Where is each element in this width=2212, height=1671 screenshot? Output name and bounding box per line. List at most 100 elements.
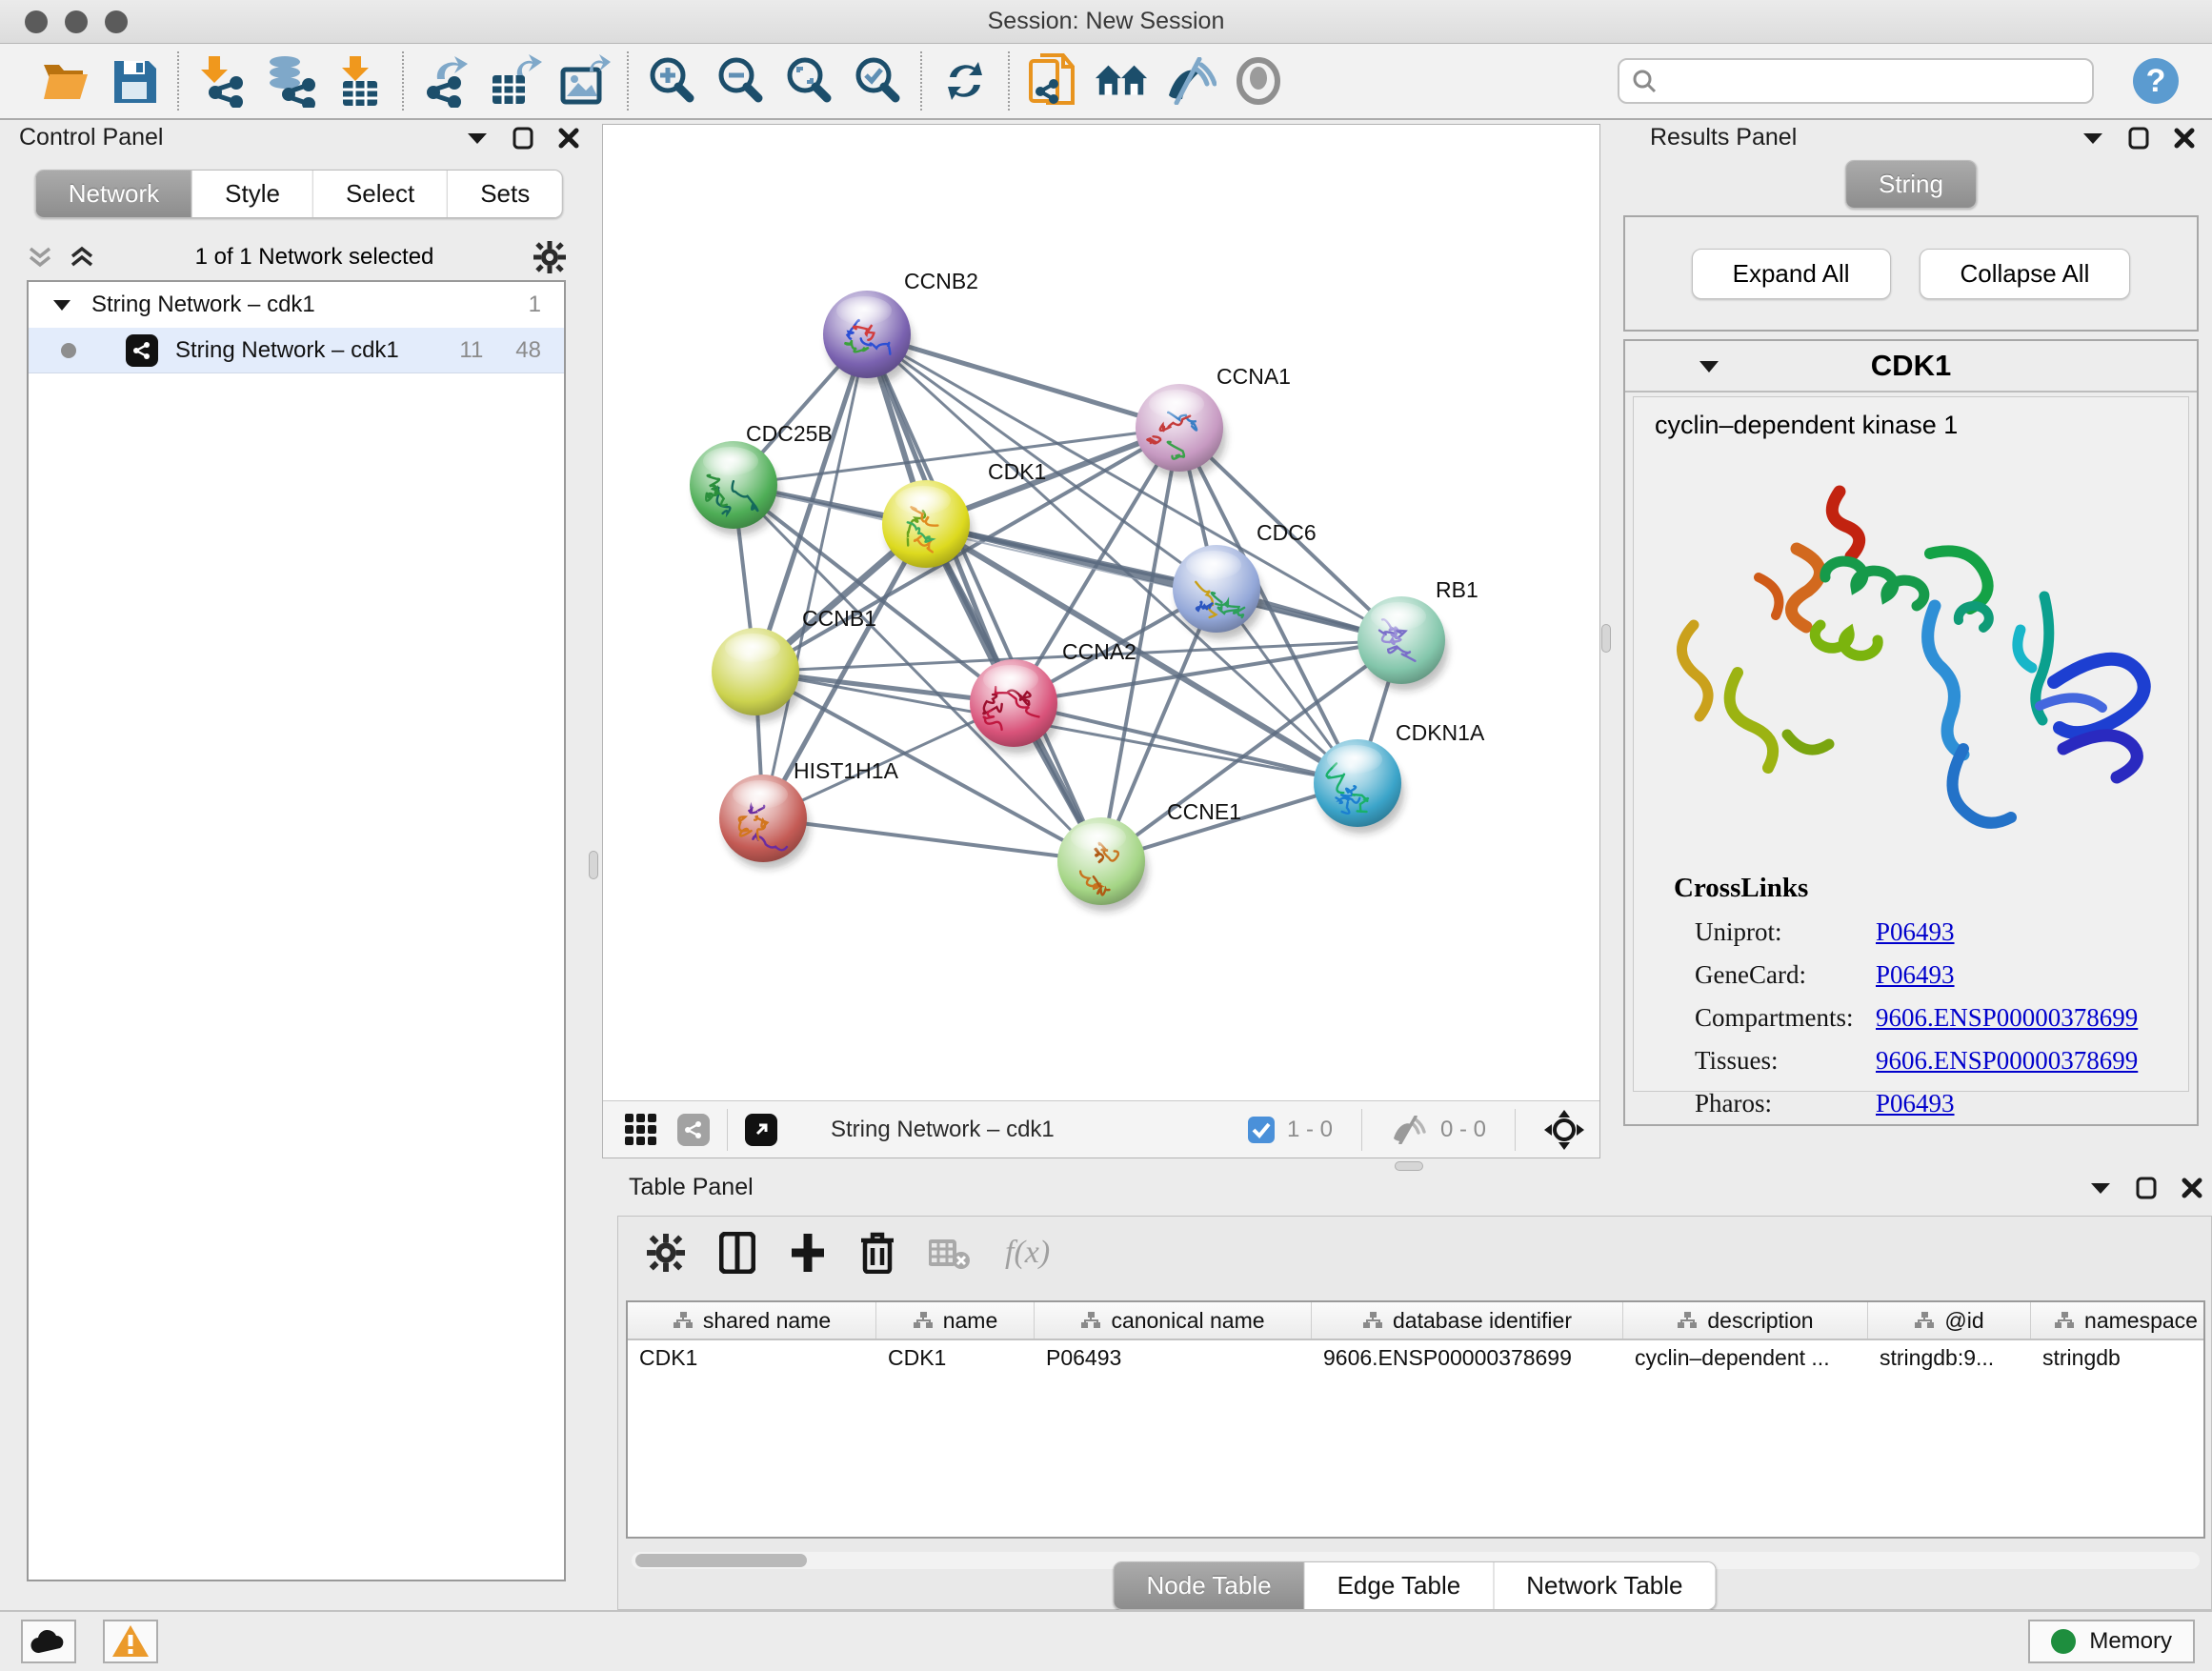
expand-all-icon[interactable] (69, 245, 95, 270)
network-collection-row[interactable]: String Network – cdk1 1 (29, 282, 564, 328)
table-settings-gear-icon[interactable] (647, 1234, 685, 1272)
collection-caret-icon[interactable] (53, 299, 70, 311)
table-cell[interactable]: CDK1 (876, 1340, 1035, 1379)
column-header-database-identifier[interactable]: database identifier (1312, 1302, 1623, 1339)
table-cell[interactable]: stringdb (2031, 1340, 2205, 1379)
search-input[interactable] (1667, 68, 2081, 94)
table-row[interactable]: CDK1CDK1P064939606.ENSP00000378699cyclin… (628, 1340, 2203, 1379)
horizontal-splitter-handle[interactable] (1395, 1161, 1423, 1171)
help-button[interactable]: ? (2128, 50, 2183, 111)
add-column-icon[interactable] (790, 1232, 826, 1274)
export-network-button[interactable] (419, 50, 474, 111)
edge-CDK1-RB1[interactable] (926, 524, 1401, 640)
node-CCNA1[interactable]: CCNA1 (1136, 364, 1291, 478)
gene-symbol: CDK1 (1719, 349, 2103, 383)
table-cell[interactable]: CDK1 (628, 1340, 876, 1379)
function-builder-icon: f(x) (1005, 1235, 1050, 1271)
column-header-name[interactable]: name (876, 1302, 1035, 1339)
memory-button[interactable]: Memory (2028, 1620, 2195, 1663)
selected-checkbox-icon[interactable] (1247, 1116, 1276, 1144)
tab-node-table[interactable]: Node Table (1115, 1562, 1305, 1609)
panel-close-icon[interactable] (558, 128, 579, 149)
crosslink-link[interactable]: P06493 (1876, 917, 1955, 947)
panel-maximize-icon[interactable] (2128, 127, 2149, 150)
edge-HIST1H1A-CCNE1[interactable] (763, 818, 1101, 861)
panel-float-icon[interactable] (2090, 1181, 2111, 1195)
network-row-selected[interactable]: String Network – cdk1 11 48 (29, 328, 564, 373)
crosslink-link[interactable]: 9606.ENSP00000378699 (1876, 1003, 2138, 1033)
tab-edge-table[interactable]: Edge Table (1305, 1562, 1495, 1609)
show-eye-button[interactable] (1231, 50, 1286, 111)
node-CCNB2[interactable]: CCNB2 (823, 269, 978, 385)
collapse-all-button[interactable]: Collapse All (1920, 249, 2131, 299)
open-session-button[interactable] (38, 50, 93, 111)
column-header-@id[interactable]: @id (1868, 1302, 2031, 1339)
cloud-button[interactable] (21, 1620, 76, 1663)
column-header-description[interactable]: description (1623, 1302, 1868, 1339)
panel-float-icon[interactable] (2082, 131, 2103, 145)
table-hscrollbar-thumb[interactable] (635, 1554, 807, 1567)
table-cell[interactable]: cyclin–dependent ... (1623, 1340, 1868, 1379)
tab-string[interactable]: String (1846, 161, 1976, 208)
edge-CCNB2-CCNA1[interactable] (867, 334, 1179, 428)
export-image-button[interactable] (556, 50, 612, 111)
table-cell[interactable]: P06493 (1035, 1340, 1312, 1379)
zoom-selected-button[interactable] (850, 50, 905, 111)
fit-content-button[interactable] (781, 50, 836, 111)
table-cell[interactable]: stringdb:9... (1868, 1340, 2031, 1379)
column-header-canonical-name[interactable]: canonical name (1035, 1302, 1312, 1339)
tab-style[interactable]: Style (192, 171, 313, 217)
tab-network-table[interactable]: Network Table (1494, 1562, 1715, 1609)
panel-maximize-icon[interactable] (2136, 1177, 2157, 1199)
edge-CCNA2-CDKN1A[interactable] (1014, 703, 1357, 783)
hidden-counts: 0 - 0 (1440, 1117, 1486, 1143)
zoom-in-button[interactable] (644, 50, 699, 111)
refresh-button[interactable] (937, 50, 993, 111)
tab-network[interactable]: Network (36, 171, 192, 217)
toolbar-search[interactable] (1618, 58, 2094, 104)
left-splitter-handle[interactable] (589, 851, 598, 879)
import-network-file-button[interactable] (194, 50, 250, 111)
network-options-gear-icon[interactable] (533, 241, 566, 273)
show-columns-icon[interactable] (719, 1232, 755, 1274)
warnings-button[interactable] (103, 1620, 158, 1663)
birds-eye-view-button[interactable] (1544, 1110, 1584, 1150)
crosslink-link[interactable]: P06493 (1876, 1089, 1955, 1118)
network-canvas[interactable]: CCNB2CCNA1CDC25BCDK1CDC6RB1CCNB1CCNA2CDK… (603, 125, 1599, 1100)
column-header-namespace[interactable]: namespace (2031, 1302, 2205, 1339)
collapse-all-icon[interactable] (27, 245, 53, 270)
edge-CCNB2-CCNE1[interactable] (867, 334, 1101, 861)
crosslink-link[interactable]: 9606.ENSP00000378699 (1876, 1046, 2138, 1076)
import-network-database-button[interactable] (263, 50, 318, 111)
crosslink-link[interactable]: P06493 (1876, 960, 1955, 990)
node-CCNB1[interactable]: CCNB1 (712, 606, 876, 722)
panel-maximize-icon[interactable] (513, 127, 533, 150)
table-cell[interactable]: 9606.ENSP00000378699 (1312, 1340, 1623, 1379)
node-HIST1H1A[interactable]: HIST1H1A (719, 758, 899, 869)
homes-button[interactable] (1094, 50, 1149, 111)
panel-close-icon[interactable] (2182, 1178, 2202, 1198)
panel-float-icon[interactable] (467, 131, 488, 145)
titlebar: Session: New Session (0, 0, 2212, 44)
delete-column-icon[interactable] (860, 1232, 895, 1274)
grid-view-button[interactable] (624, 1113, 658, 1147)
zoom-out-button[interactable] (713, 50, 768, 111)
export-table-button[interactable] (488, 50, 543, 111)
expand-all-button[interactable]: Expand All (1692, 249, 1891, 299)
hide-unhide-button[interactable] (1162, 50, 1217, 111)
node-RB1[interactable]: RB1 (1357, 577, 1478, 691)
save-session-button[interactable] (107, 50, 162, 111)
open-in-window-button[interactable] (745, 1114, 777, 1146)
string-import-button[interactable] (1025, 50, 1080, 111)
tab-sets[interactable]: Sets (448, 171, 562, 217)
hidden-eye-slash-icon[interactable] (1391, 1116, 1429, 1144)
tab-select[interactable]: Select (313, 171, 448, 217)
node-CDKN1A[interactable]: CDKN1A (1314, 720, 1485, 834)
column-header-shared-name[interactable]: shared name (628, 1302, 876, 1339)
network-view-badge[interactable] (677, 1114, 710, 1146)
panel-close-icon[interactable] (2174, 128, 2195, 149)
import-table-button[interactable] (332, 50, 387, 111)
node-CDC25B[interactable]: CDC25B (690, 421, 833, 535)
gene-caret-icon[interactable] (1699, 360, 1719, 372)
node-CCNE1[interactable]: CCNE1 (1057, 799, 1241, 912)
